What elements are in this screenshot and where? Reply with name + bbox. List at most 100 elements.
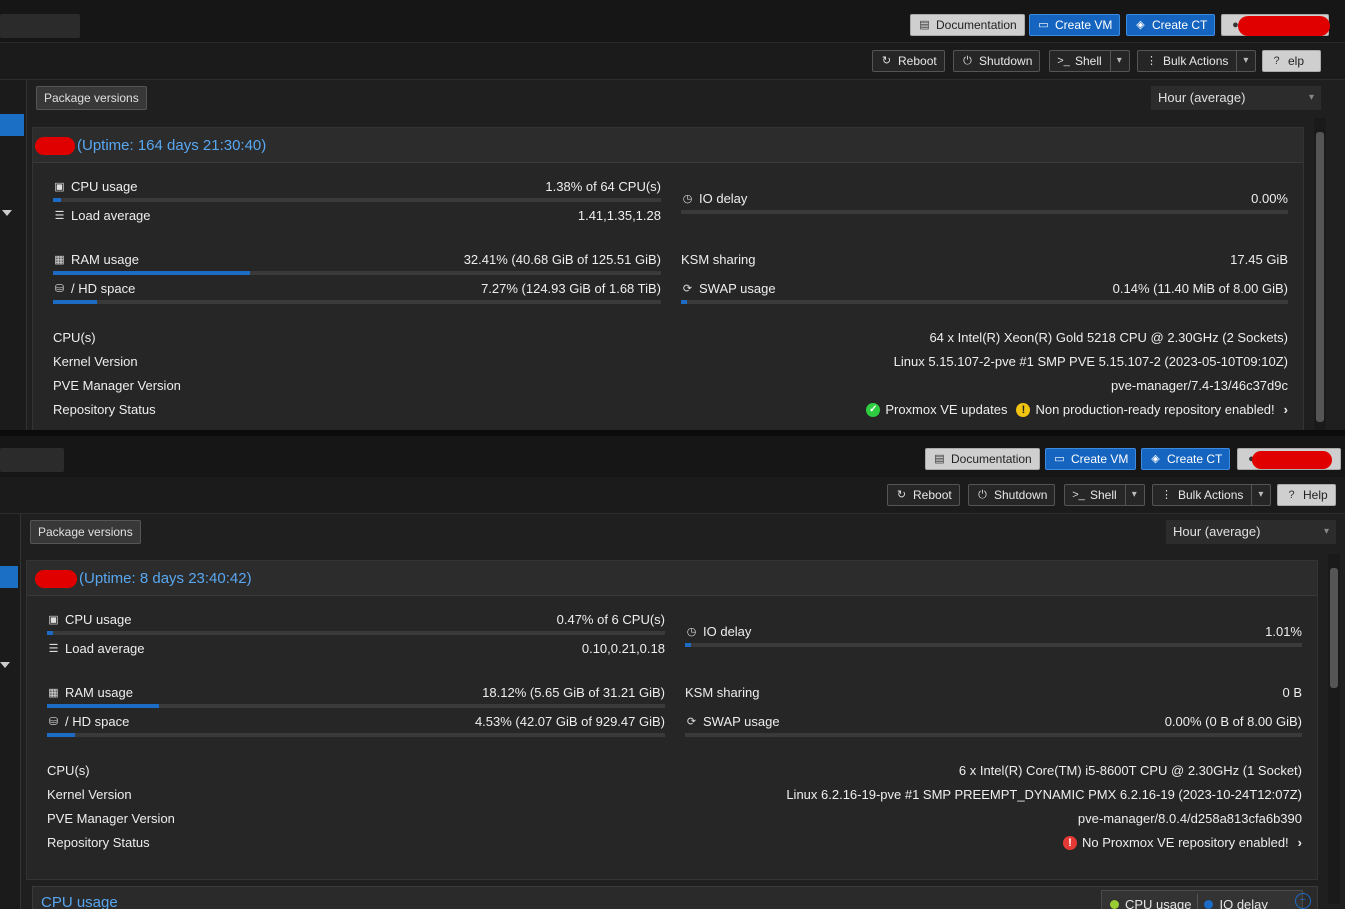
swap-usage-bar: [685, 733, 1302, 737]
expand-arrow-icon[interactable]: [2, 210, 12, 216]
ksm-sharing-row: KSM sharing 0 B: [685, 685, 1302, 700]
check-circle-icon: ✓: [866, 402, 881, 417]
help-button[interactable]: ? Help: [1277, 484, 1336, 506]
swap-usage-bar: [681, 300, 1288, 304]
documentation-button[interactable]: ▤ Documentation: [925, 448, 1040, 470]
refresh-icon: ⟳: [682, 283, 693, 295]
ksm-sharing-row: KSM sharing 17.45 GiB: [681, 252, 1288, 267]
ram-usage-value: 32.41% (40.68 GiB of 125.51 GiB): [463, 252, 661, 267]
timeframe-select[interactable]: Hour (average) ▾: [1151, 86, 1321, 110]
create-ct-button[interactable]: ◈ Create CT: [1141, 448, 1231, 470]
ram-usage-bar-fill: [47, 704, 159, 708]
uptime-text: (Uptime: 164 days 21:30:40): [77, 137, 267, 154]
refresh-icon: ⟳: [686, 716, 697, 728]
node-toolbar: ↻ Reboot ⏻ Shutdown >_ Shell ▾ ⋮ Bulk Actions…: [0, 477, 1345, 514]
chevron-down-icon[interactable]: ▾: [1251, 484, 1263, 506]
help-icon: ?: [1273, 55, 1280, 67]
legend-dot-icon: [1204, 899, 1214, 909]
kernel-version-row: Kernel Version Linux 5.15.107-2-pve #1 S…: [53, 354, 1288, 369]
redaction-mark: [35, 570, 77, 588]
shell-button[interactable]: >_ Shell ▾: [1064, 484, 1145, 506]
cpu-usage-row: ▣ CPU usage 1.38% of 64 CPU(s): [54, 179, 661, 194]
kebab-icon: ⋮: [1161, 489, 1172, 501]
graph-legend: CPU usage IO delay: [1101, 890, 1303, 909]
status-header: (Uptime: 8 days 23:40:42): [27, 561, 1317, 596]
swap-usage-value: 0.14% (11.40 MiB of 8.00 GiB): [1112, 281, 1288, 296]
hd-space-bar-fill: [47, 733, 75, 737]
left-tree-nav: [0, 514, 21, 909]
chevron-right-icon[interactable]: ›: [1284, 402, 1288, 417]
reboot-icon: ↻: [896, 489, 907, 501]
terminal-icon: >_: [1057, 55, 1070, 67]
scrollbar-thumb[interactable]: [1316, 132, 1324, 422]
repository-status-row[interactable]: Repository Status ! No Proxmox VE reposi…: [47, 835, 1302, 855]
io-delay-value: 0.00%: [1251, 191, 1288, 206]
node-status-box: (Uptime: 164 days 21:30:40) ▣ CPU usage 1…: [32, 127, 1304, 430]
documentation-button[interactable]: ▤ Documentation: [910, 14, 1025, 36]
book-icon: ▤: [919, 19, 930, 31]
hd-space-row: ⛁ / HD space 4.53% (42.07 GiB of 929.47 G…: [48, 714, 665, 729]
shutdown-button[interactable]: ⏻ Shutdown: [968, 484, 1056, 506]
legend-dot-icon: [1110, 899, 1119, 909]
expand-arrow-icon[interactable]: [0, 662, 10, 668]
chevron-down-icon[interactable]: ▾: [1109, 50, 1122, 72]
load-average-value: 1.41,1.35,1.28: [577, 208, 661, 223]
scrollbar[interactable]: [1314, 118, 1326, 430]
ram-usage-bar: [53, 271, 661, 275]
chevron-right-icon[interactable]: ›: [1298, 835, 1302, 850]
hd-space-bar-fill: [53, 300, 98, 304]
terminal-icon: >_: [1072, 489, 1085, 501]
io-delay-bar: [681, 210, 1288, 214]
hd-space-bar: [47, 733, 665, 737]
cpu-usage-row: ▣ CPU usage 0.47% of 6 CPU(s): [48, 612, 665, 627]
legend-io-delay[interactable]: IO delay: [1219, 897, 1267, 909]
cpu-usage-bar-fill: [53, 198, 62, 202]
io-delay-bar-fill: [685, 643, 692, 647]
package-versions-button[interactable]: Package versions: [36, 86, 147, 110]
chevron-down-icon[interactable]: ▾: [1124, 484, 1137, 506]
chevron-down-icon[interactable]: ▾: [1236, 50, 1248, 72]
monitor-icon: ▭: [1054, 453, 1065, 465]
cpus-info-row: CPU(s) 6 x Intel(R) Core(TM) i5-8600T CP…: [47, 763, 1302, 778]
node-summary-panel-1: ▤ Documentation ▭ Create VM ◈ Create CT ● ↻…: [0, 0, 1345, 430]
redaction-mark: [35, 137, 75, 155]
bulk-actions-button[interactable]: ⋮ Bulk Actions ▾: [1152, 484, 1272, 506]
scrollbar-thumb[interactable]: [1330, 568, 1338, 688]
cube-icon: ◈: [1136, 19, 1145, 31]
collapse-icon[interactable]: −: [1295, 893, 1311, 909]
repository-status-row[interactable]: Repository Status ✓ Proxmox VE updates !…: [53, 402, 1288, 422]
tree-selected-item[interactable]: [0, 566, 18, 588]
ksm-sharing-value: 0 B: [1282, 685, 1302, 700]
tree-selected-item[interactable]: [0, 114, 24, 136]
hd-space-row: ⛁ / HD space 7.27% (124.93 GiB of 1.68 Ti…: [54, 281, 661, 296]
search-box[interactable]: [0, 14, 80, 38]
package-versions-button[interactable]: Package versions: [30, 520, 141, 544]
create-vm-button[interactable]: ▭ Create VM: [1045, 448, 1137, 470]
create-ct-button[interactable]: ◈ Create CT: [1126, 14, 1216, 36]
chevron-down-icon: ▾: [1323, 526, 1329, 537]
ram-usage-row: ▦ RAM usage 18.12% (5.65 GiB of 31.21 GiB…: [48, 685, 665, 700]
cpu-icon: ▣: [48, 614, 59, 626]
hdd-icon: ⛁: [48, 716, 59, 728]
redaction-mark: [1238, 16, 1330, 36]
legend-cpu-usage[interactable]: CPU usage: [1125, 897, 1191, 909]
reboot-button[interactable]: ↻ Reboot: [872, 50, 945, 72]
scrollbar[interactable]: [1328, 554, 1340, 904]
timeframe-select[interactable]: Hour (average) ▾: [1166, 520, 1336, 544]
bulk-actions-button[interactable]: ⋮ Bulk Actions ▾: [1137, 50, 1257, 72]
help-button[interactable]: ? elp: [1262, 50, 1321, 72]
io-delay-bar: [685, 643, 1302, 647]
swap-usage-row: ⟳ SWAP usage 0.14% (11.40 MiB of 8.00 GiB…: [682, 281, 1288, 296]
cpu-usage-value: 1.38% of 64 CPU(s): [545, 179, 661, 194]
ram-usage-row: ▦ RAM usage 32.41% (40.68 GiB of 125.51 G…: [54, 252, 661, 267]
load-average-row: ☰ Load average 1.41,1.35,1.28: [54, 208, 661, 223]
shutdown-button[interactable]: ⏻ Shutdown: [953, 50, 1041, 72]
load-average-row: ☰ Load average 0.10,0.21,0.18: [48, 641, 665, 656]
cpus-info-row: CPU(s) 64 x Intel(R) Xeon(R) Gold 5218 C…: [53, 330, 1288, 345]
graph-title: CPU usage: [41, 894, 118, 909]
reboot-button[interactable]: ↻ Reboot: [887, 484, 960, 506]
search-box[interactable]: [0, 448, 64, 472]
shell-button[interactable]: >_ Shell ▾: [1049, 50, 1130, 72]
cpu-usage-graph-panel: CPU usage CPU usage IO delay −: [32, 886, 1318, 909]
create-vm-button[interactable]: ▭ Create VM: [1029, 14, 1121, 36]
